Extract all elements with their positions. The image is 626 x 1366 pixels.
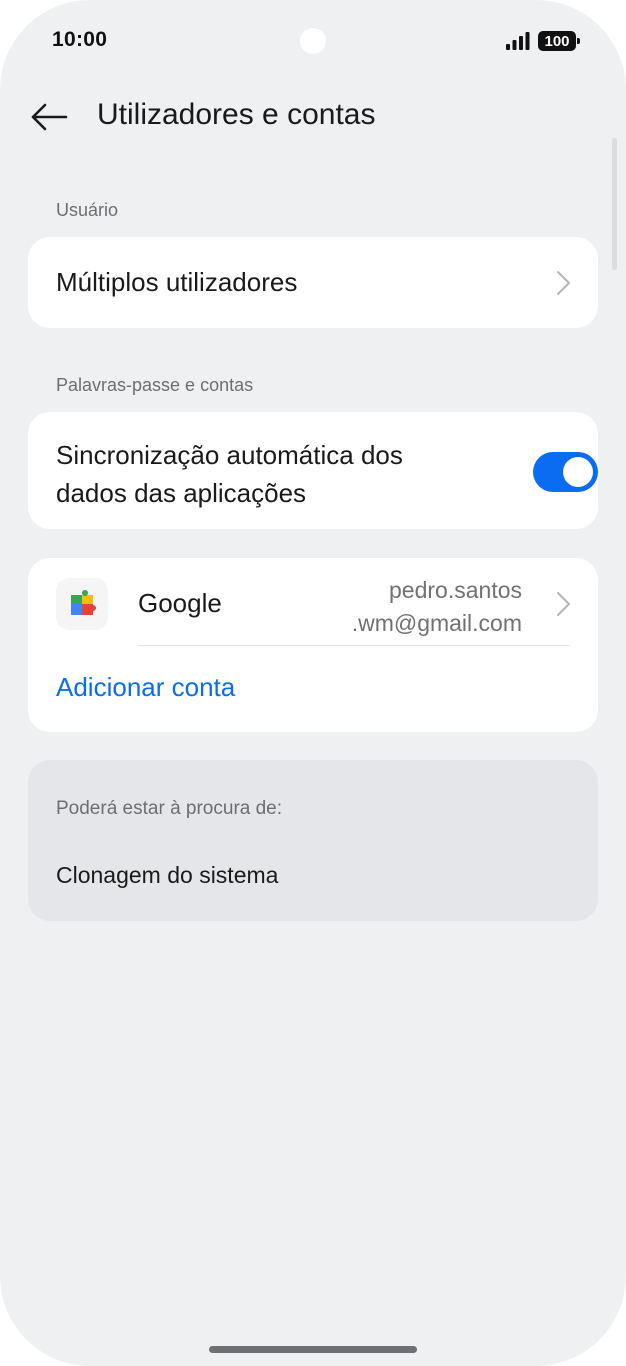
auto-sync-label-line2: dados das aplicações	[56, 478, 307, 508]
multi-users-row[interactable]: Múltiplos utilizadores	[28, 237, 598, 328]
chevron-right-icon	[557, 271, 570, 295]
signal-icon	[506, 32, 530, 50]
suggestion-system-clone[interactable]: Clonagem do sistema	[56, 862, 278, 889]
toggle-knob	[563, 457, 593, 487]
multi-users-label: Múltiplos utilizadores	[56, 267, 298, 297]
google-account-email: pedro.santos .wm@gmail.com	[352, 574, 522, 640]
auto-sync-label-line1: Sincronização automática dos	[56, 440, 403, 470]
battery-icon: 100	[538, 31, 580, 51]
status-time: 10:00	[52, 28, 108, 51]
section-label-user: Usuário	[56, 200, 119, 220]
auto-sync-label: Sincronização automática dos dados das a…	[56, 436, 403, 512]
google-account-row[interactable]: Google pedro.santos .wm@gmail.com	[28, 558, 598, 646]
suggestions-card: Poderá estar à procura de: Clonagem do s…	[28, 760, 598, 921]
page-title: Utilizadores e contas	[97, 98, 376, 131]
battery-level: 100	[544, 32, 570, 50]
google-email-line1: pedro.santos	[389, 577, 522, 603]
arrow-left-icon	[31, 103, 68, 131]
divider	[138, 645, 570, 646]
chevron-right-icon	[557, 592, 570, 616]
google-email-line2: .wm@gmail.com	[351, 610, 522, 636]
phone-screen: 10:00 100 Utilizadores e contas Usuário …	[0, 0, 626, 1366]
front-camera	[300, 28, 326, 54]
google-account-label: Google	[138, 588, 222, 618]
home-indicator[interactable]	[209, 1346, 417, 1353]
suggestions-label: Poderá estar à procura de:	[56, 798, 283, 819]
back-button[interactable]	[26, 94, 72, 140]
accounts-card: Google pedro.santos .wm@gmail.com Adicio…	[28, 558, 598, 732]
auto-sync-toggle[interactable]	[533, 452, 598, 492]
google-play-services-icon	[56, 578, 108, 630]
auto-sync-row[interactable]: Sincronização automática dos dados das a…	[28, 412, 598, 529]
scrollbar[interactable]	[612, 138, 617, 270]
section-label-passwords: Palavras-passe e contas	[56, 375, 254, 395]
add-account-button[interactable]: Adicionar conta	[56, 672, 235, 703]
